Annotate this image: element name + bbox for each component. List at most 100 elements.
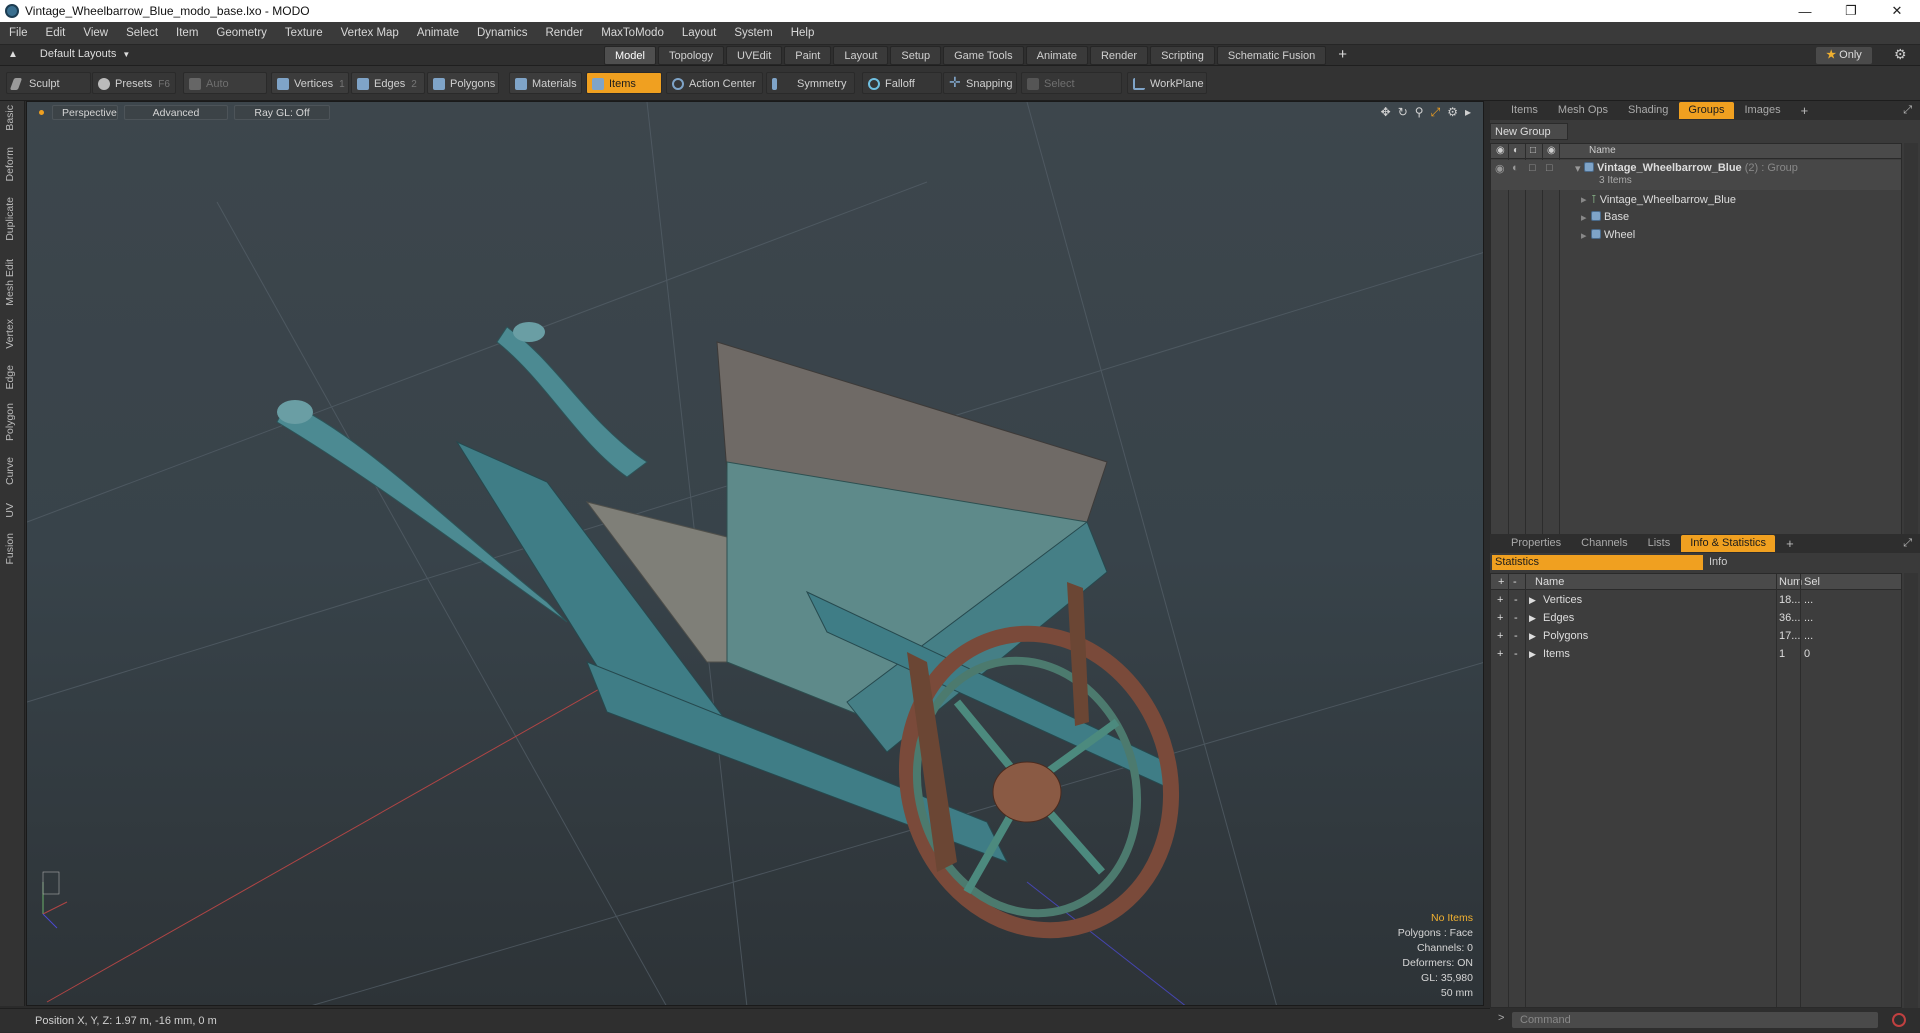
remove-icon[interactable]: - <box>1514 627 1518 645</box>
viewport-settings-icon[interactable]: ⚙ <box>1447 105 1458 120</box>
menu-edit[interactable]: Edit <box>37 27 75 39</box>
tab-layout[interactable]: Layout <box>833 46 889 65</box>
left-tab-duplicate[interactable]: Duplicate <box>4 197 16 241</box>
action-center-button[interactable]: Action Center <box>666 72 763 94</box>
left-tab-polygon[interactable]: Polygon <box>4 403 16 441</box>
collapse-all-icon[interactable]: - <box>1513 574 1517 590</box>
group-child-row[interactable]: ▸ Wheel <box>1491 227 1901 245</box>
visibility-eye-icon[interactable]: ◉ <box>1495 162 1505 175</box>
expand-arrow-icon[interactable]: ▸ <box>1581 193 1587 206</box>
record-macro-icon[interactable] <box>1892 1013 1906 1027</box>
expand-arrow-icon[interactable]: ▶ <box>1529 591 1536 609</box>
select-toggle-icon[interactable]: □ <box>1546 162 1553 174</box>
symmetry-button[interactable]: Symmetry <box>766 72 855 94</box>
viewport-menu-dot[interactable] <box>39 109 44 115</box>
falloff-button[interactable]: Falloff <box>862 72 942 94</box>
items-button[interactable]: Items <box>586 72 662 94</box>
tab-model[interactable]: Model <box>604 46 656 65</box>
sculpt-button[interactable]: Sculpt <box>6 72 91 94</box>
snapping-button[interactable]: ✛ Snapping <box>943 72 1017 94</box>
tab-items[interactable]: Items <box>1502 102 1547 119</box>
left-tab-deform[interactable]: Deform <box>4 147 16 181</box>
tab-info-statistics[interactable]: Info & Statistics <box>1681 535 1776 552</box>
tab-properties[interactable]: Properties <box>1502 535 1570 552</box>
tab-game-tools[interactable]: Game Tools <box>943 46 1024 65</box>
vertices-button[interactable]: Vertices 1 <box>271 72 349 94</box>
collapse-arrow-icon[interactable]: ▾ <box>1575 162 1581 175</box>
command-input[interactable]: Command <box>1512 1012 1878 1028</box>
expand-panel-icon[interactable]: ⤢ <box>1903 104 1912 117</box>
left-tab-vertex[interactable]: Vertex <box>4 319 16 349</box>
tab-render[interactable]: Render <box>1089 46 1149 65</box>
menu-dynamics[interactable]: Dynamics <box>468 27 536 39</box>
lock-toggle-icon[interactable]: □ <box>1529 162 1536 174</box>
rotate-view-icon[interactable]: ↻ <box>1398 105 1408 120</box>
tab-topology[interactable]: Topology <box>657 46 725 65</box>
tab-channels[interactable]: Channels <box>1572 535 1636 552</box>
expand-arrow-icon[interactable]: ▶ <box>1529 627 1536 645</box>
workplane-button[interactable]: WorkPlane <box>1127 72 1207 94</box>
add-icon[interactable]: + <box>1497 591 1503 609</box>
only-toggle[interactable]: ★ Only <box>1816 47 1872 64</box>
menu-texture[interactable]: Texture <box>276 27 332 39</box>
tab-mesh-ops[interactable]: Mesh Ops <box>1549 102 1617 119</box>
tab-uvedit[interactable]: UVEdit <box>726 46 783 65</box>
close-button[interactable]: ✕ <box>1874 0 1920 22</box>
add-icon[interactable]: + <box>1497 645 1503 663</box>
menu-geometry[interactable]: Geometry <box>207 27 276 39</box>
materials-button[interactable]: Materials <box>509 72 582 94</box>
tab-images[interactable]: Images <box>1736 102 1790 119</box>
restore-button[interactable]: ❐ <box>1828 0 1874 22</box>
menu-system[interactable]: System <box>725 27 781 39</box>
left-tab-edge[interactable]: Edge <box>4 365 16 390</box>
expand-all-icon[interactable]: + <box>1498 574 1504 590</box>
subtab-info[interactable]: Info <box>1703 555 1918 570</box>
stat-name-header[interactable]: Name <box>1535 574 1564 590</box>
tab-animate[interactable]: Animate <box>1025 46 1088 65</box>
stat-row-edges[interactable]: + - ▶ Edges 36... ... <box>1491 609 1901 627</box>
zoom-view-icon[interactable]: ⚲ <box>1415 105 1424 120</box>
add-panel-tab-icon[interactable]: + <box>1777 535 1803 552</box>
add-icon[interactable]: + <box>1497 609 1503 627</box>
stat-sel-header[interactable]: Sel <box>1804 574 1820 590</box>
tab-schematic-fusion[interactable]: Schematic Fusion <box>1216 46 1327 65</box>
left-tab-curve[interactable]: Curve <box>4 457 16 485</box>
menu-render[interactable]: Render <box>536 27 592 39</box>
left-tab-mesh-edit[interactable]: Mesh Edit <box>4 259 16 306</box>
remove-icon[interactable]: - <box>1514 609 1518 627</box>
tab-paint[interactable]: Paint <box>784 46 832 65</box>
expand-arrow-icon[interactable]: ▶ <box>1529 609 1536 627</box>
shading-dropdown[interactable]: Advanced <box>124 104 228 120</box>
menu-maxtomodo[interactable]: MaxToModo <box>592 27 673 39</box>
edges-button[interactable]: Edges 2 <box>351 72 425 94</box>
tab-shading[interactable]: Shading <box>1619 102 1677 119</box>
menu-animate[interactable]: Animate <box>408 27 468 39</box>
menu-view[interactable]: View <box>74 27 117 39</box>
menu-layout[interactable]: Layout <box>673 27 726 39</box>
left-tab-uv[interactable]: UV <box>4 503 16 518</box>
expand-panel-icon[interactable]: ⤢ <box>1903 537 1912 550</box>
stat-row-items[interactable]: + - ▶ Items 1 0 <box>1491 645 1901 663</box>
tab-setup[interactable]: Setup <box>890 46 942 65</box>
stat-row-polygons[interactable]: + - ▶ Polygons 17... ... <box>1491 627 1901 645</box>
view-mode-dropdown[interactable]: Perspective <box>52 104 118 120</box>
left-tab-basic[interactable]: Basic <box>4 105 16 131</box>
expand-arrow-icon[interactable]: ▸ <box>1581 229 1587 242</box>
gear-icon[interactable]: ⚙ <box>1894 46 1907 63</box>
menu-file[interactable]: File <box>0 27 37 39</box>
stats-scrollbar[interactable] <box>1904 573 1918 1008</box>
name-column-header[interactable]: Name <box>1589 145 1616 156</box>
remove-icon[interactable]: - <box>1514 591 1518 609</box>
remove-icon[interactable]: - <box>1514 645 1518 663</box>
add-tab-icon[interactable]: + <box>1328 46 1357 65</box>
polygons-button[interactable]: Polygons <box>427 72 499 94</box>
left-tab-fusion[interactable]: Fusion <box>4 533 16 565</box>
stat-row-vertices[interactable]: + - ▶ Vertices 18... ... <box>1491 591 1901 609</box>
render-toggle-icon[interactable]: ◐ <box>1512 162 1519 174</box>
menu-vertex-map[interactable]: Vertex Map <box>332 27 408 39</box>
wheelbarrow-model[interactable] <box>276 322 1209 965</box>
default-layouts-dropdown[interactable]: ▲ Default Layouts ▼ <box>8 48 130 60</box>
add-icon[interactable]: + <box>1497 627 1503 645</box>
tab-lists[interactable]: Lists <box>1639 535 1680 552</box>
3d-viewport[interactable]: Perspective Advanced Ray GL: Off ✥ ↻ ⚲ ⤢… <box>26 101 1484 1006</box>
